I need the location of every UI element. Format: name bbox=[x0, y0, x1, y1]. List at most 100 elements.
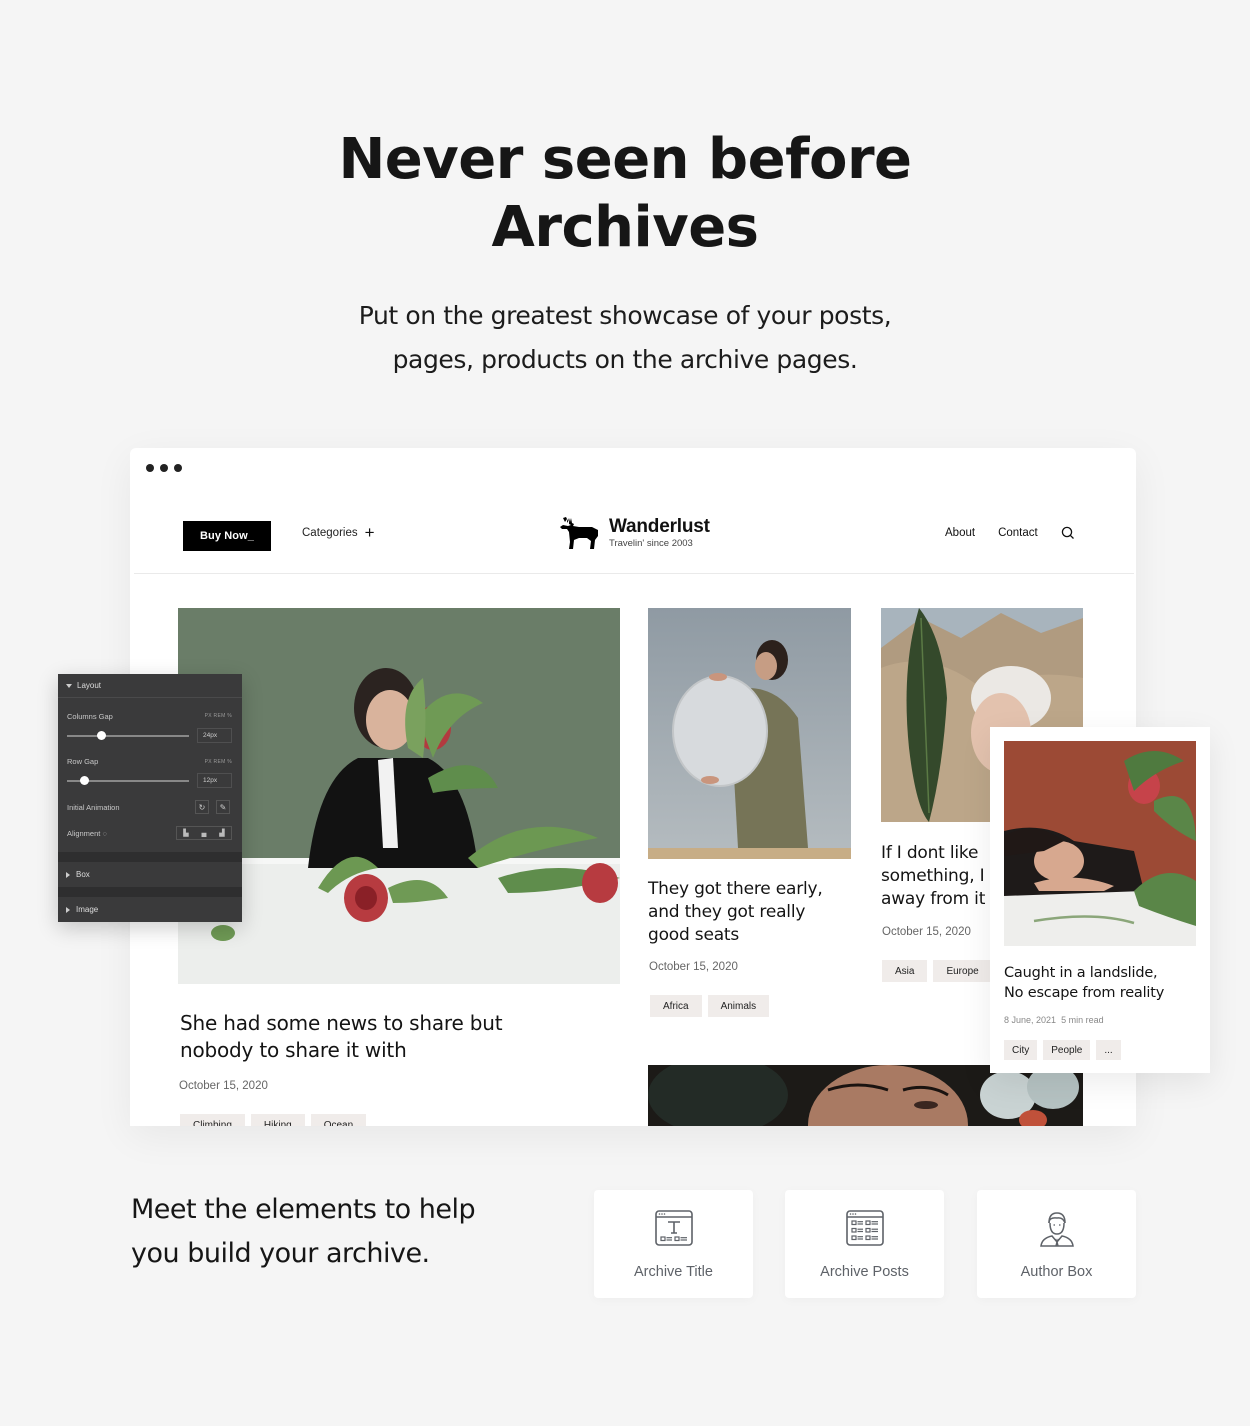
nav-about[interactable]: About bbox=[945, 527, 975, 539]
plus-icon: + bbox=[364, 523, 375, 542]
post-title-line: away from it bbox=[881, 889, 986, 909]
hero-title: Never seen before Archives bbox=[0, 126, 1250, 262]
edit-icon[interactable]: ✎ bbox=[216, 800, 230, 814]
element-card-archive-title[interactable]: Archive Title bbox=[594, 1190, 753, 1298]
columns-gap-input[interactable]: 24px bbox=[197, 728, 232, 743]
post-title-line: They got there early, bbox=[648, 879, 823, 899]
author-box-icon bbox=[1039, 1212, 1074, 1247]
hero-subtitle: Put on the greatest showcase of your pos… bbox=[0, 294, 1250, 382]
tag[interactable]: People bbox=[1043, 1040, 1091, 1060]
archive-title-icon bbox=[654, 1210, 693, 1246]
alignment-label: Alignment ◌ bbox=[67, 829, 107, 838]
read-time: 5 min read bbox=[1061, 1015, 1104, 1025]
image-section-label: Image bbox=[76, 905, 99, 914]
caret-down-icon bbox=[66, 683, 72, 688]
window-dot bbox=[174, 464, 182, 472]
slider-handle[interactable] bbox=[79, 776, 89, 785]
tag[interactable]: Animals bbox=[707, 995, 770, 1017]
post-title-line: If I dont like bbox=[881, 843, 979, 863]
row-gap-slider[interactable] bbox=[67, 776, 189, 785]
initial-animation-label: Initial Animation bbox=[67, 803, 120, 812]
layout-section-header[interactable]: Layout bbox=[58, 674, 242, 698]
element-label: Archive Posts bbox=[820, 1264, 909, 1280]
reset-icon[interactable]: ↻ bbox=[195, 800, 209, 814]
buy-now-button[interactable]: Buy Now_ bbox=[183, 521, 271, 551]
elements-heading-line-2: you build your archive. bbox=[131, 1238, 430, 1269]
post-title[interactable]: Caught in a landslide, No escape from re… bbox=[1004, 963, 1164, 1003]
post-title-line: nobody to share it with bbox=[180, 1038, 407, 1062]
hero-title-line-2: Archives bbox=[491, 195, 759, 260]
slider-handle[interactable] bbox=[96, 731, 106, 740]
tag[interactable]: Asia bbox=[882, 960, 928, 982]
post-date: October 15, 2020 bbox=[649, 961, 738, 973]
align-right-icon[interactable]: ▟ bbox=[213, 827, 231, 839]
columns-gap-label: Columns Gap bbox=[67, 712, 113, 721]
columns-gap-units[interactable]: PX REM % bbox=[205, 713, 232, 719]
tag[interactable]: Hiking bbox=[250, 1114, 305, 1126]
elements-heading-line-1: Meet the elements to help bbox=[131, 1194, 476, 1225]
categories-label: Categories bbox=[302, 527, 358, 539]
post-title-line: Caught in a landslide, bbox=[1004, 965, 1158, 981]
post-title-line: and they got really bbox=[648, 902, 806, 922]
main-nav: About Contact bbox=[945, 526, 1075, 540]
window-dot bbox=[146, 464, 154, 472]
post-title[interactable]: If I dont like something, I away from it bbox=[881, 842, 985, 911]
elements-heading: Meet the elements to help you build your… bbox=[131, 1188, 476, 1276]
nav-contact[interactable]: Contact bbox=[998, 527, 1038, 539]
element-label: Archive Title bbox=[634, 1264, 713, 1280]
tag[interactable]: Ocean bbox=[310, 1114, 367, 1126]
box-section-label: Box bbox=[76, 870, 90, 879]
site-logo[interactable]: Wanderlust Travelin' since 2003 bbox=[559, 516, 710, 550]
post-title-line: good seats bbox=[648, 925, 740, 945]
post-title-line: She had some news to share but bbox=[180, 1011, 503, 1035]
post-meta: 8 June, 2021 5 min read bbox=[1004, 1015, 1104, 1025]
element-label: Author Box bbox=[1020, 1264, 1093, 1280]
search-icon[interactable] bbox=[1061, 526, 1075, 540]
post-title[interactable]: She had some news to share but nobody to… bbox=[180, 1010, 503, 1064]
hero-subtitle-line-2: pages, products on the archive pages. bbox=[392, 345, 858, 374]
row-gap-label: Row Gap bbox=[67, 757, 99, 766]
caret-right-icon bbox=[66, 871, 70, 878]
featured-post-card[interactable]: Caught in a landslide, No escape from re… bbox=[990, 727, 1210, 1073]
tag[interactable]: Europe bbox=[933, 960, 992, 982]
categories-menu[interactable]: Categories + bbox=[302, 523, 375, 542]
row-gap-units[interactable]: PX REM % bbox=[205, 759, 232, 765]
layout-section-label: Layout bbox=[77, 681, 102, 690]
align-left-icon[interactable]: ▙ bbox=[177, 827, 195, 839]
row-gap-input[interactable]: 12px bbox=[197, 773, 232, 788]
info-icon: ◌ bbox=[102, 829, 107, 838]
alignment-buttons: ▙ ▄ ▟ bbox=[176, 826, 232, 840]
post-image-mirror-man[interactable] bbox=[648, 608, 851, 859]
more-tags[interactable]: ... bbox=[1096, 1040, 1121, 1060]
tag[interactable]: City bbox=[1004, 1040, 1038, 1060]
browser-window-mockup: Buy Now_ Categories + Wanderlust Traveli… bbox=[130, 448, 1136, 1126]
archive-posts-icon bbox=[845, 1210, 884, 1246]
caret-right-icon bbox=[66, 906, 70, 913]
logo-name: Wanderlust bbox=[609, 516, 710, 537]
post-date: 8 June, 2021 bbox=[1004, 1015, 1057, 1025]
hero-title-line-1: Never seen before bbox=[338, 127, 912, 192]
post-title-line: No escape from reality bbox=[1004, 985, 1165, 1001]
logo-tagline: Travelin' since 2003 bbox=[609, 538, 693, 549]
align-center-icon[interactable]: ▄ bbox=[195, 827, 213, 839]
post-date: October 15, 2020 bbox=[882, 926, 971, 938]
image-section-header[interactable]: Image bbox=[58, 897, 242, 922]
columns-gap-slider[interactable] bbox=[67, 731, 189, 740]
post-tags: Climbing Hiking Ocean bbox=[180, 1114, 367, 1126]
element-card-archive-posts[interactable]: Archive Posts bbox=[785, 1190, 944, 1298]
post-image-woman-flowers[interactable] bbox=[178, 608, 620, 984]
post-image-woman-resting bbox=[1004, 741, 1196, 946]
post-image-face-flowers[interactable] bbox=[648, 1065, 1083, 1126]
post-title-line: something, I bbox=[881, 866, 985, 886]
element-card-author-box[interactable]: Author Box bbox=[977, 1190, 1136, 1298]
tag[interactable]: Climbing bbox=[180, 1114, 245, 1126]
box-section-header[interactable]: Box bbox=[58, 862, 242, 887]
post-tags: City People ... bbox=[1004, 1040, 1121, 1060]
panel-divider bbox=[58, 887, 242, 897]
window-dots bbox=[146, 464, 182, 472]
site-header: Buy Now_ Categories + Wanderlust Traveli… bbox=[134, 516, 1134, 574]
tag[interactable]: Africa bbox=[650, 995, 702, 1017]
alignment-label-text: Alignment bbox=[67, 829, 101, 838]
post-title[interactable]: They got there early, and they got reall… bbox=[648, 878, 823, 947]
window-dot bbox=[160, 464, 168, 472]
